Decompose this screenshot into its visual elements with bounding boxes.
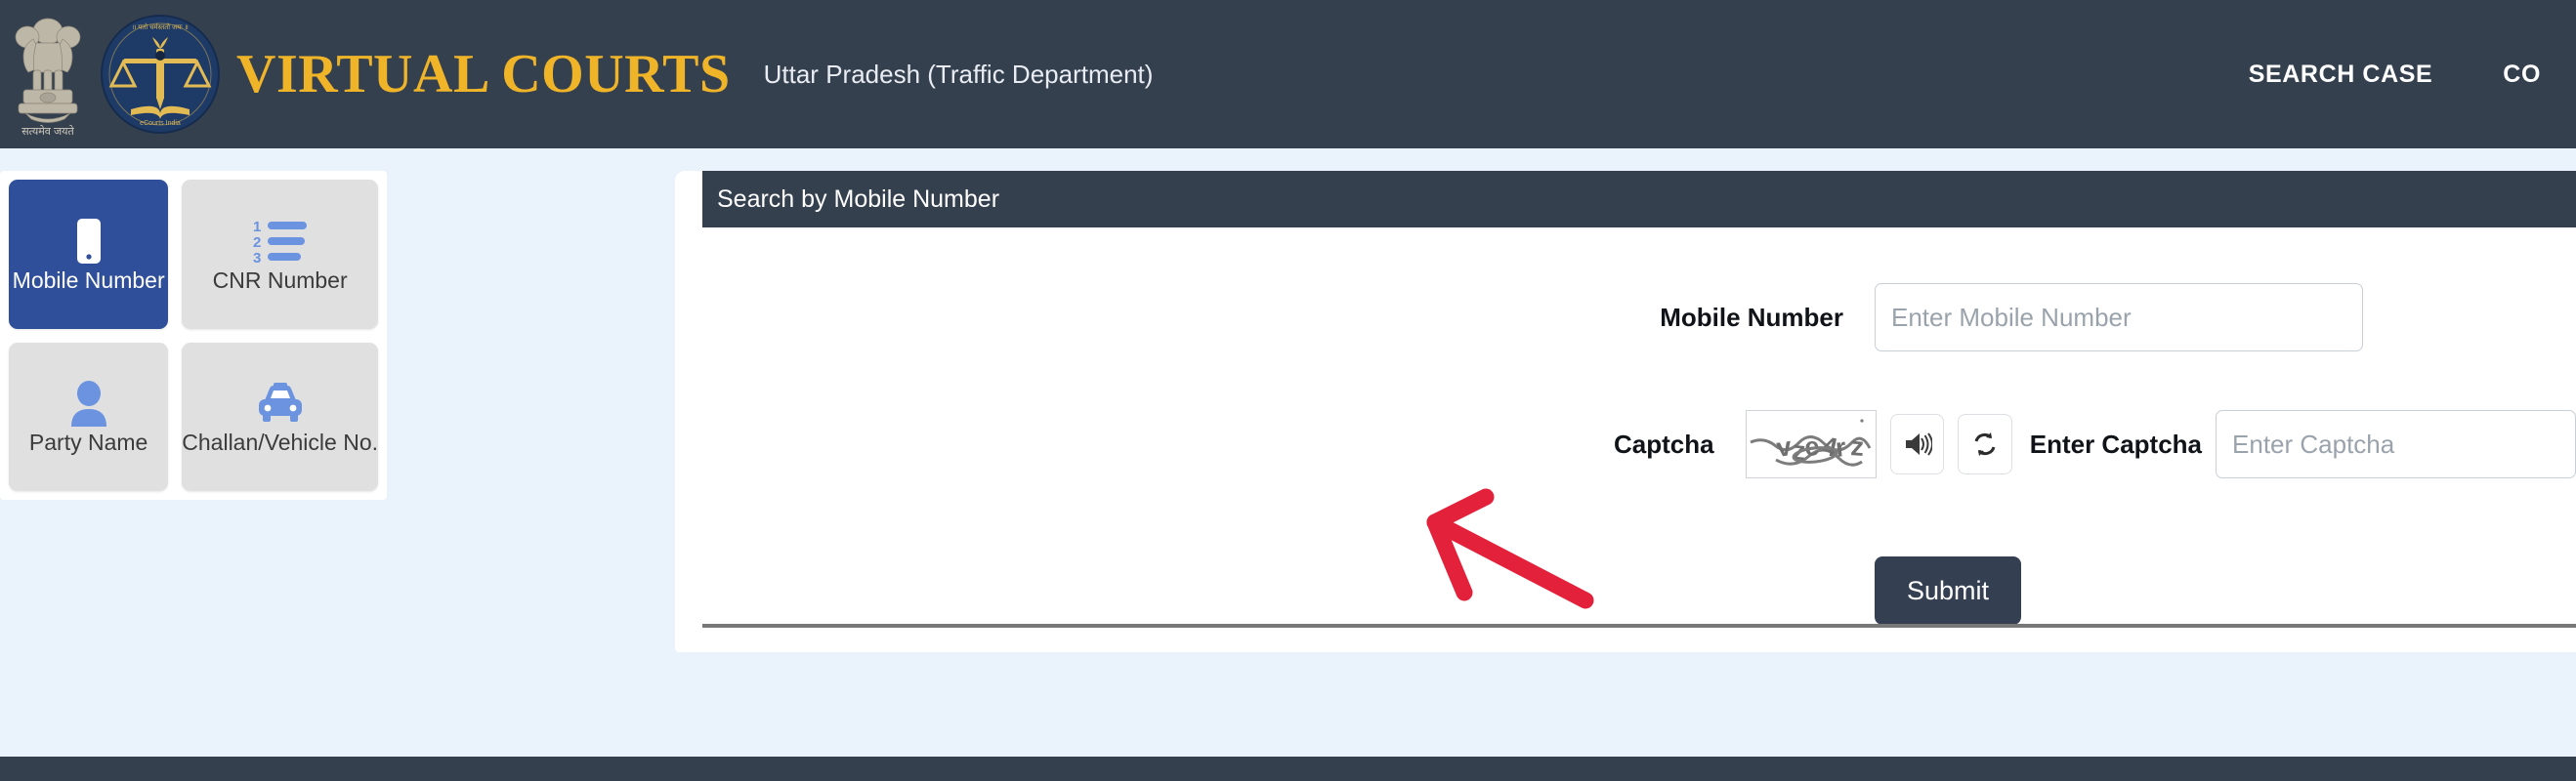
sidebar-tab-label: CNR Number bbox=[212, 267, 348, 293]
nav-link-search-case[interactable]: SEARCH CASE bbox=[2214, 61, 2469, 89]
captcha-refresh-button[interactable] bbox=[1958, 414, 2012, 474]
svg-text:1: 1 bbox=[253, 219, 261, 235]
sidebar-tab-mobile-number[interactable]: Mobile Number bbox=[9, 180, 169, 329]
speaker-volume-icon bbox=[1905, 432, 1932, 456]
site-title: VIRTUAL COURTS bbox=[236, 44, 731, 104]
card-body: Mobile Number Captcha v z e 4 bbox=[675, 227, 2576, 652]
captcha-label: Captcha bbox=[1613, 429, 1714, 459]
sidebar-tab-label: Party Name bbox=[28, 430, 148, 456]
india-state-emblem-icon: सत्यमेव जयते bbox=[6, 10, 90, 139]
svg-text:z: z bbox=[1849, 432, 1865, 462]
svg-text:eCourts India: eCourts India bbox=[140, 120, 181, 127]
car-taxi-icon bbox=[255, 378, 306, 429]
search-form-card: Search by Mobile Number Mobile Number Ca… bbox=[675, 171, 2576, 652]
submit-button[interactable]: Submit bbox=[1875, 556, 2021, 625]
mobile-number-label: Mobile Number bbox=[1660, 302, 1843, 332]
search-type-panel: Mobile Number 1 2 3 CNR Number Party Nam… bbox=[0, 171, 387, 500]
captcha-row: Captcha v z e 4 r z Enter Captcha Enter … bbox=[675, 410, 2576, 478]
nav-links: SEARCH CASE CO bbox=[2214, 0, 2576, 148]
mobile-number-input[interactable] bbox=[1875, 283, 2363, 351]
card-header: Search by Mobile Number bbox=[702, 171, 2576, 227]
numbered-list-icon: 1 2 3 bbox=[252, 216, 309, 267]
svg-text:सत्यमेव जयते: सत्यमेव जयते bbox=[21, 125, 74, 138]
ecourts-scales-logo-icon: ॥ यतो धर्मस्ततो जयः ॥ eCourts India bbox=[98, 12, 223, 137]
mobile-phone-icon bbox=[74, 216, 104, 267]
enter-captcha-label: Enter Captcha bbox=[2029, 429, 2203, 459]
svg-text:॥ यतो धर्मस्ततो जयः ॥: ॥ यतो धर्मस्ततो जयः ॥ bbox=[132, 22, 189, 31]
enter-captcha-input[interactable] bbox=[2216, 410, 2576, 478]
card-header-title: Search by Mobile Number bbox=[717, 185, 1000, 213]
svg-text:3: 3 bbox=[253, 250, 261, 265]
card-divider bbox=[702, 624, 2576, 628]
sidebar-tab-cnr-number[interactable]: 1 2 3 CNR Number bbox=[182, 180, 378, 329]
court-subtitle: Uttar Pradesh (Traffic Department) bbox=[763, 59, 1154, 89]
sidebar-tab-party-name[interactable]: Party Name bbox=[9, 342, 169, 491]
top-navbar: सत्यमेव जयते ॥ यतो धर्मस्ततो जयः ॥ eCour… bbox=[0, 0, 2576, 148]
nav-link-contact[interactable]: CO bbox=[2468, 61, 2576, 89]
refresh-sync-icon bbox=[1974, 432, 1996, 456]
footer-bar bbox=[0, 757, 2576, 781]
captcha-audio-button[interactable] bbox=[1890, 414, 1945, 474]
sidebar-tab-challan-vehicle[interactable]: Challan/Vehicle No. bbox=[182, 342, 378, 491]
svg-text:2: 2 bbox=[253, 234, 261, 251]
person-icon bbox=[67, 378, 110, 429]
mobile-number-row: Mobile Number bbox=[675, 283, 2576, 351]
captcha-image: v z e 4 r z bbox=[1745, 410, 1878, 478]
sidebar-tab-label: Challan/Vehicle No. bbox=[182, 430, 378, 456]
submit-row: Submit bbox=[675, 556, 2576, 625]
brand-group: सत्यमेव जयते ॥ यतो धर्मस्ततो जयः ॥ eCour… bbox=[0, 0, 1153, 148]
sidebar-tab-label: Mobile Number bbox=[12, 267, 165, 293]
search-type-tab-grid: Mobile Number 1 2 3 CNR Number Party Nam… bbox=[9, 180, 378, 491]
